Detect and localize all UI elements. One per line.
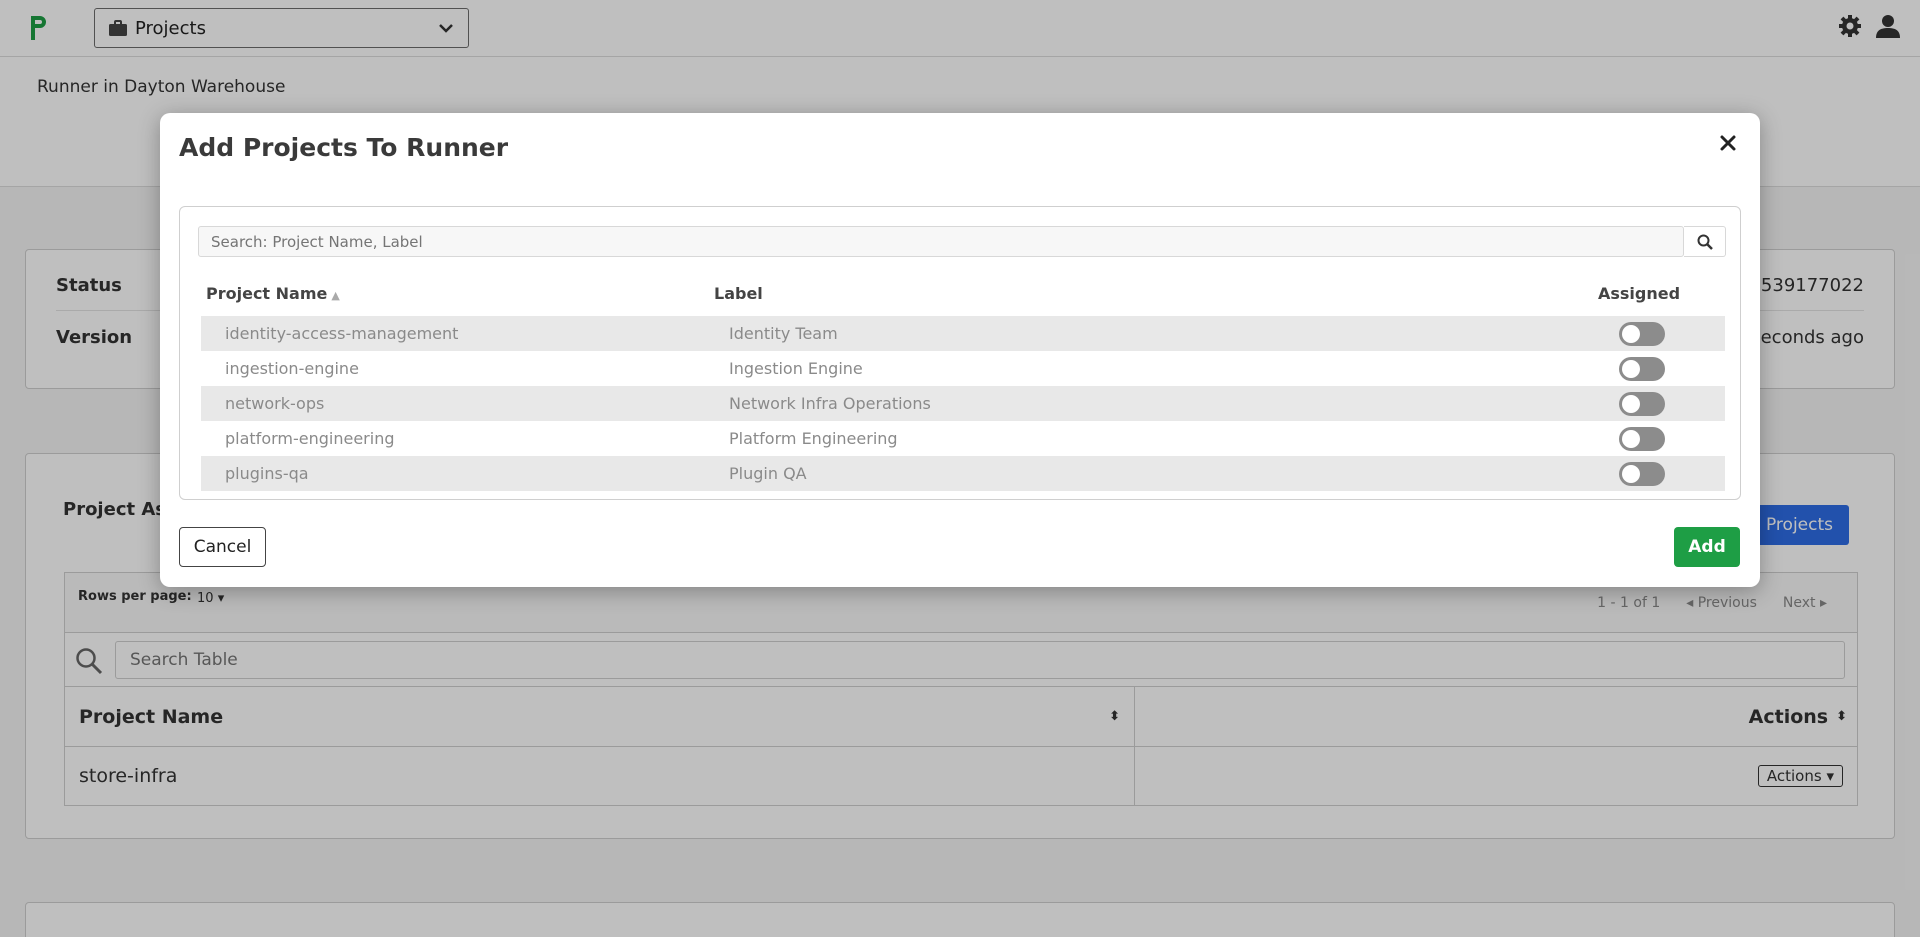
project-name: plugins-qa — [225, 464, 309, 483]
list-item: platform-engineering Platform Engineerin… — [201, 421, 1725, 456]
sort-asc-icon: ▲ — [331, 289, 340, 302]
project-label: Plugin QA — [729, 464, 807, 483]
column-label[interactable]: Label — [714, 284, 763, 303]
search-icon — [1697, 234, 1713, 250]
column-assigned: Assigned — [1598, 284, 1681, 303]
list-item: network-ops Network Infra Operations — [201, 386, 1725, 421]
assigned-toggle[interactable] — [1619, 322, 1665, 346]
modal-search-button[interactable] — [1684, 226, 1726, 257]
assigned-toggle[interactable] — [1619, 357, 1665, 381]
project-name: network-ops — [225, 394, 325, 413]
list-item: plugins-qa Plugin QA — [201, 456, 1725, 491]
assigned-toggle[interactable] — [1619, 392, 1665, 416]
cancel-button[interactable]: Cancel — [179, 527, 266, 567]
modal-search-input[interactable] — [198, 226, 1684, 257]
project-name: identity-access-management — [225, 324, 459, 343]
project-label: Identity Team — [729, 324, 838, 343]
column-project-name-label: Project Name — [206, 284, 328, 303]
project-picker: Project Name▲ Label Assigned identity-ac… — [179, 206, 1741, 500]
column-project-name[interactable]: Project Name ▲ — [206, 284, 340, 303]
picker-header: Project Name ▲ Label Assigned — [206, 284, 1726, 306]
modal-title: Add Projects To Runner — [179, 133, 509, 162]
add-button[interactable]: Add — [1674, 527, 1740, 567]
project-label: Platform Engineering — [729, 429, 898, 448]
list-item: ingestion-engine Ingestion Engine — [201, 351, 1725, 386]
project-name: platform-engineering — [225, 429, 395, 448]
project-name: ingestion-engine — [225, 359, 359, 378]
project-label: Network Infra Operations — [729, 394, 931, 413]
picker-rows: identity-access-management Identity Team… — [201, 316, 1725, 491]
assigned-toggle[interactable] — [1619, 427, 1665, 451]
project-label: Ingestion Engine — [729, 359, 863, 378]
assigned-toggle[interactable] — [1619, 462, 1665, 486]
add-projects-modal: Add Projects To Runner Project Name▲ Lab… — [160, 113, 1760, 587]
close-icon[interactable] — [1716, 131, 1740, 155]
list-item: identity-access-management Identity Team — [201, 316, 1725, 351]
